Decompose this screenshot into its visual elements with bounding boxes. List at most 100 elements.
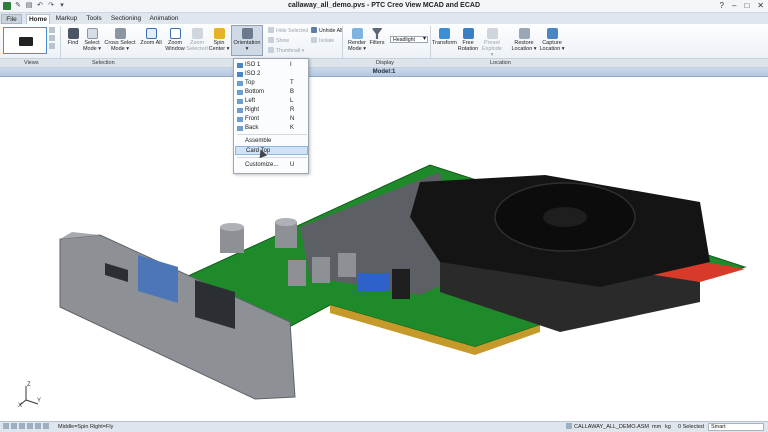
length-units[interactable]: mm [652,422,661,432]
iso-view-icon [237,63,243,68]
preset-explode-icon [486,28,498,39]
restore-location-icon [518,28,530,39]
menu-item-assemble[interactable]: Assemble [235,137,308,146]
menu-item-front[interactable]: Front N [235,115,308,124]
render-mode-icon [351,28,363,39]
status-bar: Middle=Spin Right=Fly CALLAWAY_ALL_DEMO.… [0,421,768,432]
preset-explode-button[interactable]: Preset Explode ▾ [480,28,504,58]
zoom-selected-button[interactable]: Zoom Selected [186,28,208,52]
blue-connector [358,273,390,291]
status-icons [3,422,51,432]
free-rotation-button[interactable]: Free Rotation [456,28,480,52]
group-display-label: Display [376,60,395,66]
status-icon[interactable] [35,423,41,429]
menu-item-top[interactable]: Top T [235,79,308,88]
axis-y-label: Y [37,398,41,404]
top-view-icon [237,81,243,86]
capture-location-icon [546,28,558,39]
ribbon-tabs: File Home Markup Tools Sectioning Animat… [0,13,768,24]
menu-item-iso-1[interactable]: ISO 1I [235,61,308,70]
funnel-icon [371,28,383,39]
selection-filter-dropdown[interactable]: Smart [708,423,764,431]
tab-file[interactable]: File [1,14,22,24]
close-icon[interactable]: ✕ [757,1,764,10]
fan-hub [543,207,587,227]
status-icon[interactable] [3,423,9,429]
status-icon[interactable] [19,423,25,429]
assembly-icon [566,423,572,429]
render-mode-button[interactable]: Render Mode ▾ [346,28,368,52]
group-selection-label: Selection [92,60,115,66]
menu-item-left[interactable]: Left L [235,97,308,106]
capture-location-button[interactable]: Capture Location ▾ [538,28,566,52]
mass-units[interactable]: kg [665,422,671,432]
tab-markup[interactable]: Markup [53,14,80,24]
model-tab-header: Model:1 [0,68,768,77]
axis-triad: Z Y X [18,382,41,408]
capacitor [338,253,356,277]
status-icon[interactable] [43,423,49,429]
binoculars-icon [67,28,79,39]
minimize-icon[interactable]: – [732,1,736,10]
axis-x-label: X [18,403,22,408]
zoom-all-icon [145,28,157,39]
select-mode-button[interactable]: Select Mode ▾ [82,28,102,52]
orientation-icon [241,28,253,39]
thumbnail-button[interactable]: Thumbnail ▾ [268,47,304,55]
title-bar: ✎ ▤ ↶ ↷ ▾ callaway_all_demo.pvs - PTC Cr… [0,0,768,13]
iso-view-icon [237,72,243,77]
menu-item-right[interactable]: Right R [235,106,308,115]
transform-icon [438,28,450,39]
capacitor [288,260,306,286]
views-scroll[interactable] [49,27,56,54]
tab-home[interactable]: Home [26,14,50,24]
selected-count: 0 Selected [678,424,704,430]
graphics-card-model [59,164,747,400]
cross-select-mode-button[interactable]: Cross Select Mode ▾ [104,28,136,52]
tab-tools[interactable]: Tools [83,14,105,24]
group-views-label: Views [24,60,39,66]
mouse-hint: Middle=Spin Right=Fly [58,424,114,430]
3d-viewport[interactable] [0,77,768,421]
orientation-button[interactable]: Orientation ▾ [231,25,263,56]
right-view-icon [237,108,243,113]
zoom-window-icon [169,28,181,39]
spin-center-icon [213,28,225,39]
tab-animation[interactable]: Animation [147,14,181,24]
menu-item-customize[interactable]: Customize... U [235,161,308,170]
maximize-icon[interactable]: □ [744,1,749,10]
restore-location-button[interactable]: Restore Location ▾ [510,28,538,52]
hide-selected-button[interactable]: Hide Selected [268,27,308,35]
transform-button[interactable]: Transform [432,28,457,46]
zoom-selected-icon [191,28,203,39]
status-icon[interactable] [11,423,17,429]
free-rotation-icon [462,28,474,39]
menu-item-card-top[interactable]: Card Top [235,146,308,155]
view-thumbnail[interactable] [3,27,47,54]
zoom-all-button[interactable]: Zoom All [139,28,163,46]
black-connector [392,269,410,299]
zoom-window-button[interactable]: Zoom Window [164,28,186,52]
tab-sectioning[interactable]: Sectioning [108,14,144,24]
status-icon[interactable] [27,423,33,429]
menu-item-bottom[interactable]: Bottom B [235,88,308,97]
assembly-name: CALLAWAY_ALL_DEMO.ASM [566,422,649,432]
unhide-all-button[interactable]: Unhide All [311,27,342,35]
show-button[interactable]: Show [268,37,289,45]
lighting-dropdown[interactable]: Headlight [390,36,428,43]
isolate-button[interactable]: Isolate [311,37,334,45]
bottom-view-icon [237,90,243,95]
cross-select-icon [114,28,126,39]
ribbon-group-labels: Views Selection Display Location [0,58,768,67]
spin-center-button[interactable]: Spin Center ▾ [208,28,230,52]
capacitor [312,257,330,283]
find-button[interactable]: Find [64,28,82,46]
group-location-label: Location [490,60,511,66]
window-controls: ? – □ ✕ [720,1,764,10]
orientation-menu: ISO 1I ISO 2 Top T Bottom B Left L Right R F… [233,58,309,174]
menu-item-iso-2[interactable]: ISO 2 [235,70,308,79]
menu-item-back[interactable]: Back K [235,124,308,133]
help-icon[interactable]: ? [720,1,724,10]
filters-button[interactable]: Filters [368,28,386,46]
pointer-icon [86,28,98,39]
